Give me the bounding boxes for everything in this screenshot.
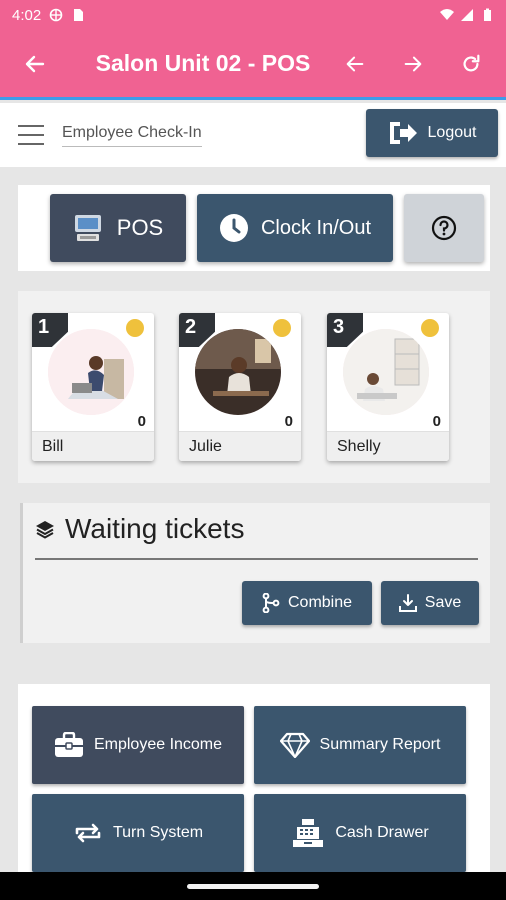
employee-income-label: Employee Income <box>93 736 223 753</box>
sim-card-icon <box>74 9 84 21</box>
arrow-left-icon <box>25 55 45 72</box>
briefcase-icon <box>54 732 83 757</box>
cash-drawer-button[interactable]: Cash Drawer <box>254 794 466 872</box>
employee-ticket-count: 0 <box>284 413 293 430</box>
logout-button[interactable]: Logout <box>366 109 498 157</box>
pos-label: POS <box>116 215 164 240</box>
summary-report-label: Summary Report <box>319 736 441 753</box>
cash-drawer-label: Cash Drawer <box>335 824 429 841</box>
refresh-icon <box>463 54 480 71</box>
history-back-button[interactable] <box>326 39 384 89</box>
system-navigation-bar <box>0 872 506 900</box>
combine-label: Combine <box>287 594 353 611</box>
employee-card[interactable]: 2 0 Julie <box>179 313 301 461</box>
employee-ticket-count: 0 <box>137 413 146 430</box>
employee-card[interactable]: 3 0 Shelly <box>327 313 449 461</box>
vpn-icon <box>49 8 63 22</box>
question-icon <box>431 215 457 241</box>
back-button[interactable] <box>0 52 70 76</box>
waiting-tickets-title: Waiting tickets <box>65 513 245 544</box>
employee-photo <box>195 329 281 415</box>
arrow-right-icon <box>404 56 422 71</box>
logout-label: Logout <box>427 124 477 141</box>
status-time: 4:02 <box>12 6 42 24</box>
save-label: Save <box>424 594 462 611</box>
employee-photo <box>48 329 134 415</box>
battery-icon <box>484 8 491 21</box>
logout-icon <box>389 122 417 144</box>
clock-in-out-label: Clock In/Out <box>260 216 372 239</box>
pos-button[interactable]: POS <box>50 194 186 262</box>
turn-system-label: Turn System <box>112 824 204 841</box>
repeat-icon <box>75 823 101 843</box>
layers-icon <box>36 521 54 539</box>
employee-income-button[interactable]: Employee Income <box>32 706 244 784</box>
refresh-button[interactable] <box>442 39 500 89</box>
page-header: Employee Check-In Logout <box>0 103 506 167</box>
wifi-icon <box>440 9 454 20</box>
clock-in-out-button[interactable]: Clock In/Out <box>197 194 393 262</box>
combine-button[interactable]: Combine <box>242 581 372 625</box>
waiting-tickets-panel: Waiting tickets Combine Save <box>20 503 490 643</box>
status-dot <box>421 319 439 337</box>
cash-register-icon <box>293 819 324 847</box>
save-button[interactable]: Save <box>381 581 479 625</box>
summary-report-button[interactable]: Summary Report <box>254 706 466 784</box>
status-bar: 4:02 <box>0 0 506 30</box>
history-forward-button[interactable] <box>384 39 442 89</box>
clock-icon <box>219 214 248 242</box>
status-dot <box>273 319 291 337</box>
app-bar: Salon Unit 02 - POS <box>0 30 506 100</box>
app-title: Salon Unit 02 - POS <box>95 50 311 76</box>
arrow-left-icon <box>346 56 364 71</box>
merge-icon <box>262 593 280 613</box>
employee-name: Julie <box>179 431 301 461</box>
main-actions-card: POS Clock In/Out <box>18 185 490 271</box>
divider <box>35 558 478 560</box>
employee-card[interactable]: 1 0 Bill <box>32 313 154 461</box>
signal-icon <box>461 9 473 21</box>
employee-list: 1 0 Bill 2 0 Julie 3 0 Shelly <box>18 291 490 483</box>
status-dot <box>126 319 144 337</box>
hamburger-menu-icon[interactable] <box>18 125 44 145</box>
home-gesture-handle[interactable] <box>187 884 319 889</box>
reports-menu: Employee Income Summary Report Turn Syst… <box>18 684 490 884</box>
waiting-tickets-heading: Waiting tickets <box>35 513 244 545</box>
diamond-icon <box>279 732 310 758</box>
breadcrumb[interactable]: Employee Check-In <box>62 124 202 147</box>
turn-system-button[interactable]: Turn System <box>32 794 244 872</box>
help-button[interactable] <box>404 194 484 262</box>
employee-name: Bill <box>32 431 154 461</box>
employee-name: Shelly <box>327 431 449 461</box>
employee-ticket-count: 0 <box>432 413 441 430</box>
download-icon <box>398 594 417 612</box>
pos-terminal-icon <box>74 215 101 241</box>
employee-photo <box>343 329 429 415</box>
